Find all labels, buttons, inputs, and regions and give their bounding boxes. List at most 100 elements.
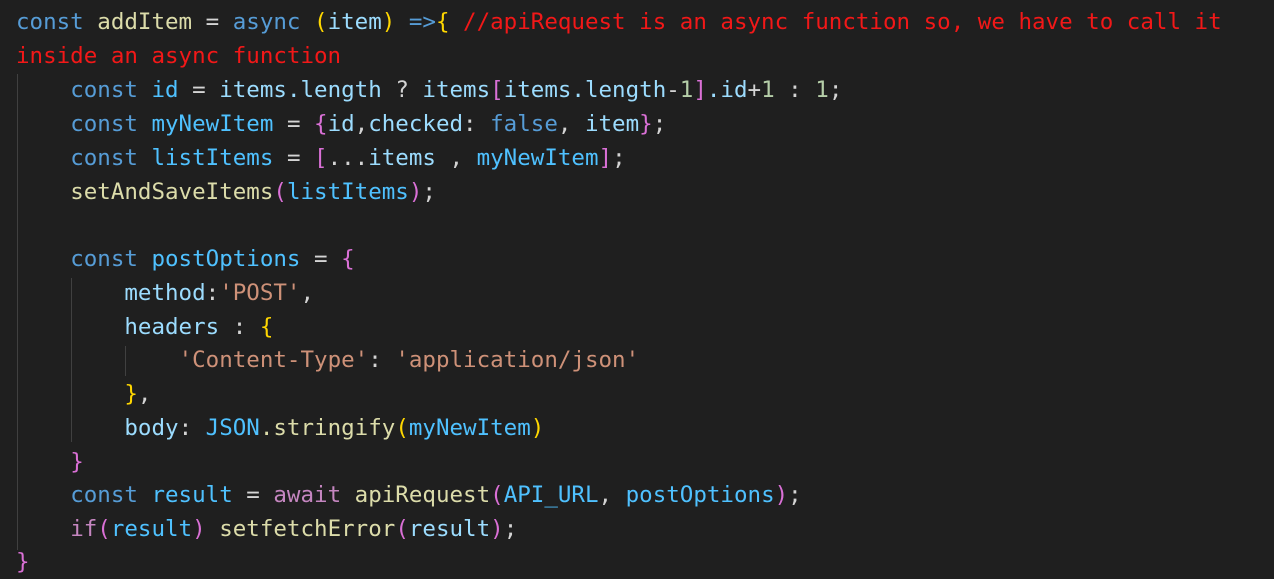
paren-open: ( [395,516,409,542]
paren-close: ) [192,516,206,542]
colon: : [368,347,382,373]
property: .id [706,77,748,103]
code-line-2: inside an async function [16,39,341,73]
parameter: item [327,9,382,35]
operator: = [192,77,206,103]
comma: , [557,111,572,137]
keyword-const: const [70,111,138,137]
colon: : [178,415,193,441]
bracket-open: [ [314,145,328,171]
colon: : [232,314,247,340]
keyword-const: const [70,246,138,272]
identifier: item [584,111,640,137]
keyword-const: const [70,145,138,171]
code-line-6: setAndSaveItems(listItems); [16,175,436,209]
keyword-const: const [70,77,138,103]
bracket-close: ] [598,145,613,171]
brace-close: } [639,111,653,137]
identifier: postOptions [625,482,775,508]
string-key: 'Content-Type' [178,347,369,373]
identifier: result [151,482,233,508]
code-line-12: }, [16,377,151,411]
spread-operator: ... [327,145,369,171]
code-line-15: const result = await apiRequest(API_URL,… [16,478,802,512]
property-key: headers [124,314,220,340]
property-key: checked [368,111,464,137]
paren-close: ) [381,9,396,35]
comment: //apiRequest is an async function so, we… [463,9,1222,35]
paren-open: ( [273,179,287,205]
code-line-5: const listItems = [...items , myNewItem]… [16,141,626,175]
comma: , [137,381,152,407]
code-line-1: const addItem = async (item) =>{ //apiRe… [16,5,1222,39]
code-line-13: body: JSON.stringify(myNewItem) [16,411,544,445]
paren-open: ( [314,9,328,35]
method-call: .stringify [259,415,396,441]
operator: = [286,111,301,137]
brace-open: { [435,9,450,35]
bracket-open: [ [490,77,504,103]
comma: , [598,482,613,508]
code-line-3: const id = items.length ? items[items.le… [16,73,842,107]
paren-close: ) [408,179,423,205]
paren-close: ) [774,482,789,508]
brace-close: } [16,549,30,575]
operator: : [788,77,802,103]
function-call: setfetchError [219,516,396,542]
comma: , [300,280,315,306]
code-line-16: if(result) setfetchError(result); [16,512,517,546]
keyword-async: async [232,9,301,35]
identifier: JSON [205,415,260,441]
comma: , [354,111,369,137]
property-key: body [124,415,179,441]
number: 1 [815,77,829,103]
identifier: result [110,516,193,542]
function-name: addItem [97,9,193,35]
brace-open: { [259,314,274,340]
keyword-await: await [273,482,342,508]
colon: : [205,280,220,306]
identifier: postOptions [151,246,301,272]
operator: + [747,77,762,103]
code-line-9: method:'POST', [16,276,314,310]
property: .length [571,77,667,103]
semicolon: ; [503,516,518,542]
identifier: id [151,77,179,103]
code-line-17: } [16,545,30,579]
code-line-4: const myNewItem = {id,checked: false, it… [16,107,666,141]
code-editor[interactable]: const addItem = async (item) =>{ //apiRe… [0,0,1274,579]
semicolon: ; [652,111,667,137]
identifier: listItems [151,145,274,171]
property: .length [286,77,382,103]
operator: = [246,482,260,508]
operator: = [314,246,328,272]
brace-open: { [341,246,355,272]
brace-open: { [314,111,328,137]
keyword-if: if [70,516,98,542]
semicolon: ; [828,77,843,103]
property-key: method [124,280,206,306]
identifier: items [219,77,287,103]
identifier: myNewItem [408,415,531,441]
keyword-const: const [70,482,138,508]
semicolon: ; [612,145,626,171]
paren-open: ( [395,415,409,441]
function-call: apiRequest [354,482,491,508]
identifier: API_URL [503,482,599,508]
identifier: result [408,516,491,542]
code-line-10: headers : { [16,310,273,344]
code-line-8: const postOptions = { [16,242,355,276]
keyword-false: false [490,111,558,137]
number: 1 [679,77,694,103]
string-literal: 'application/json' [395,347,640,373]
keyword-const: const [16,9,84,35]
paren-open: ( [490,482,504,508]
identifier: items [422,77,491,103]
brace-close: } [124,381,138,407]
semicolon: ; [788,482,802,508]
semicolon: ; [422,179,436,205]
identifier: myNewItem [476,145,599,171]
operator: ? [395,77,409,103]
operator: - [666,77,680,103]
identifier: items [503,77,572,103]
